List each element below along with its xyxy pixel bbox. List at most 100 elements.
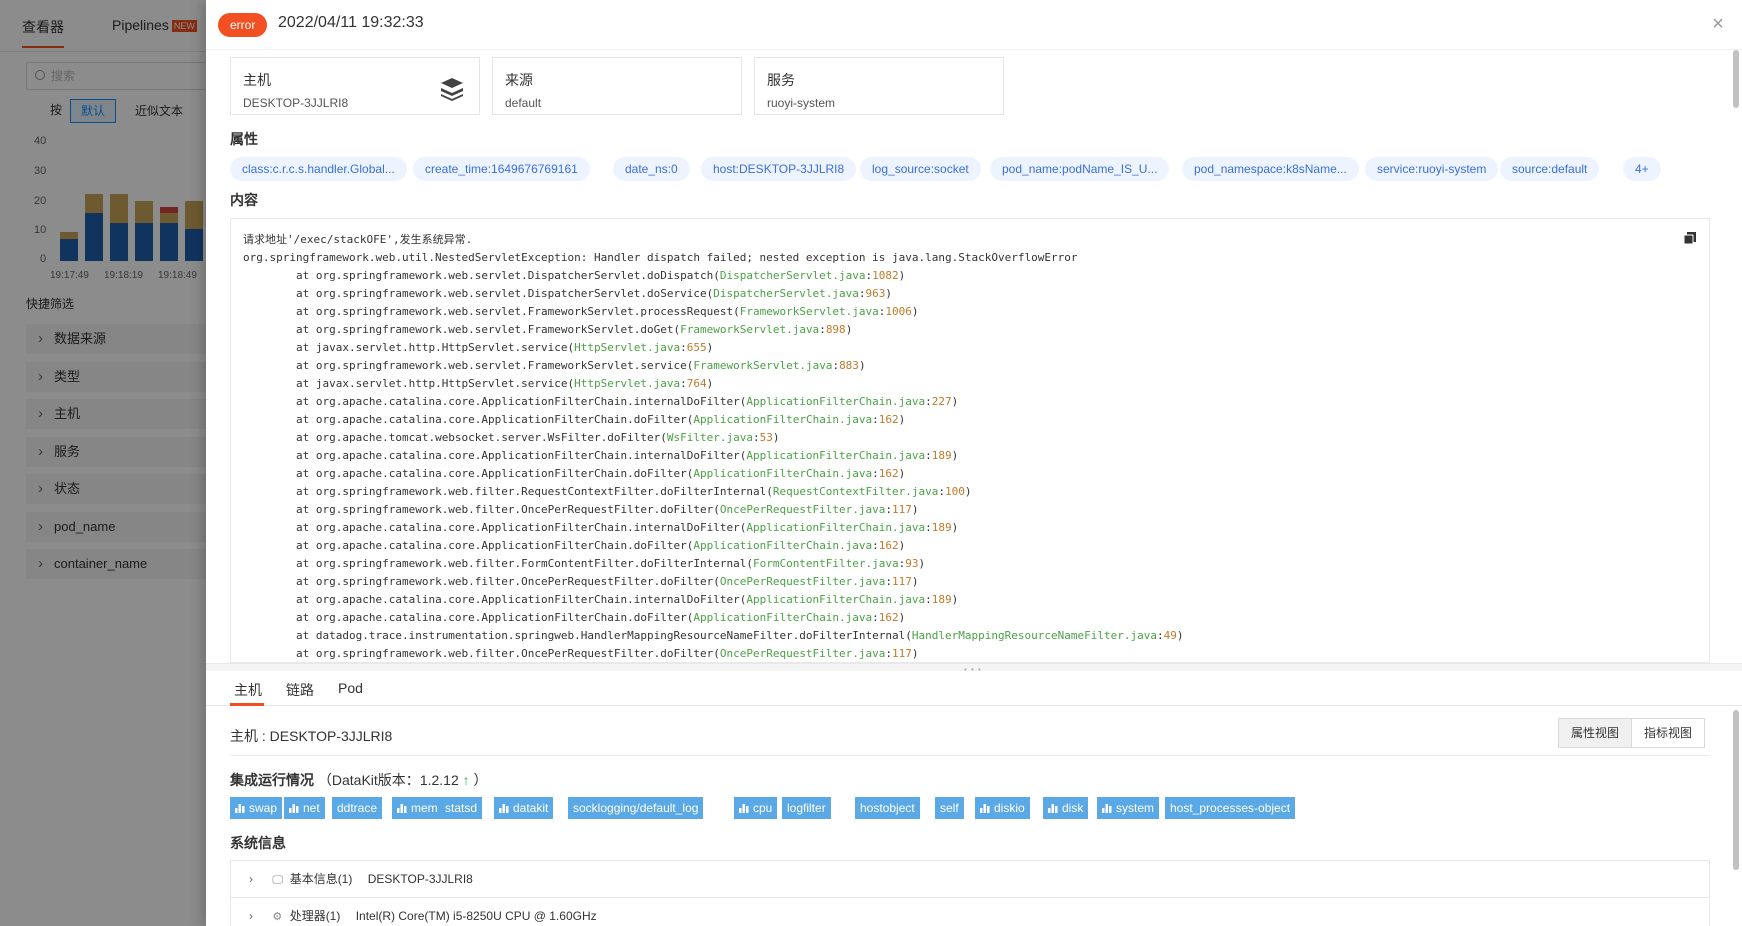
- frame-prefix: at: [243, 269, 316, 282]
- attr-tag[interactable]: service:ruoyi-system: [1365, 157, 1499, 181]
- frame-line-number: 117: [892, 575, 912, 588]
- attr-tag[interactable]: source:default: [1500, 157, 1600, 181]
- paren: (: [713, 575, 720, 588]
- paren: ): [845, 323, 853, 336]
- resize-splitter[interactable]: • • •: [206, 663, 1742, 674]
- plugin-tag[interactable]: disk: [1043, 797, 1089, 819]
- frame-file-link[interactable]: FrameworkServlet.java: [740, 305, 879, 318]
- frame-file-link[interactable]: OncePerRequestFilter.java: [720, 575, 886, 588]
- frame-file-link[interactable]: FrameworkServlet.java: [693, 359, 832, 372]
- attr-tag[interactable]: pod_namespace:k8sName...: [1182, 157, 1359, 181]
- plugin-tag[interactable]: net: [284, 797, 325, 819]
- sys-row-label: 处理器(1): [289, 909, 341, 923]
- close-icon[interactable]: ×: [1708, 14, 1728, 34]
- plugin-tag[interactable]: statsd: [440, 797, 483, 819]
- sys-row-basic[interactable]: › 🖵 基本信息(1) DESKTOP-3JJLRI8: [230, 860, 1710, 898]
- frame-file-link[interactable]: ApplicationFilterChain.java: [746, 395, 925, 408]
- plugin-tag[interactable]: swap: [230, 797, 283, 819]
- frame-file-link[interactable]: ApplicationFilterChain.java: [746, 521, 925, 534]
- frame-line-number: 162: [878, 539, 899, 552]
- frame-line-number: 189: [931, 449, 952, 462]
- stack-frame-line: at datadog.trace.instrumentation.springw…: [243, 627, 1697, 645]
- copy-icon[interactable]: [1683, 231, 1697, 245]
- plugin-name: diskio: [994, 801, 1025, 815]
- frame-method: org.springframework.web.filter.OncePerRe…: [315, 503, 714, 516]
- content-title: 内容: [230, 192, 258, 208]
- frame-line-number: 49: [1163, 629, 1177, 642]
- frame-file-link[interactable]: HandlerMappingResourceNameFilter.java: [912, 629, 1157, 642]
- frame-file-link[interactable]: ApplicationFilterChain.java: [693, 467, 872, 480]
- plugin-tag[interactable]: self: [935, 797, 964, 819]
- frame-file-link[interactable]: HttpServlet.java: [574, 341, 680, 354]
- bottom-scrollbar[interactable]: [1733, 710, 1739, 870]
- attr-tag[interactable]: log_source:socket: [860, 157, 981, 181]
- frame-file-link[interactable]: OncePerRequestFilter.java: [720, 647, 886, 660]
- frame-file-link[interactable]: DispatcherServlet.java: [713, 287, 859, 300]
- sys-row-cpu[interactable]: › ⚙ 处理器(1) Intel(R) Core(TM) i5-8250U CP…: [230, 897, 1710, 926]
- attr-tag[interactable]: host:DESKTOP-3JJLRI8: [701, 157, 857, 181]
- paren: ): [898, 413, 906, 426]
- frame-prefix: at: [243, 593, 316, 606]
- frame-line-number: 963: [865, 287, 886, 300]
- paren: ): [911, 305, 919, 318]
- card-service-value: ruoyi-system: [767, 96, 836, 110]
- content-scrollbar[interactable]: [1733, 50, 1739, 108]
- tab-pod[interactable]: Pod: [338, 680, 363, 696]
- attr-tag[interactable]: class:c.r.c.s.handler.Global...: [230, 157, 407, 181]
- bar-chart-icon: [397, 804, 407, 813]
- log-line: 请求地址'/exec/stackOFE',发生系统异常.: [243, 233, 473, 246]
- tab-trace[interactable]: 链路: [286, 680, 314, 700]
- upgrade-arrow-icon[interactable]: ↑: [463, 772, 470, 788]
- datakit-close-paren: ）: [473, 772, 488, 788]
- plugin-tag[interactable]: logfilter: [782, 797, 831, 819]
- plugin-tag[interactable]: diskio: [975, 797, 1030, 819]
- plugin-tag[interactable]: system: [1097, 797, 1160, 819]
- sys-row-value: DESKTOP-3JJLRI8: [367, 872, 473, 886]
- frame-line-number: 655: [686, 341, 707, 354]
- frame-file-link[interactable]: FormContentFilter.java: [753, 557, 899, 570]
- plugin-name: host_processes-object: [1170, 801, 1291, 815]
- host-stack-icon[interactable]: [439, 76, 465, 102]
- attr-tag[interactable]: pod_name:podName_IS_U...: [990, 157, 1170, 181]
- tab-host[interactable]: 主机: [234, 680, 262, 700]
- plugin-tag[interactable]: datakit: [494, 797, 554, 819]
- frame-method: org.springframework.web.filter.RequestCo…: [315, 485, 767, 498]
- plugin-tag[interactable]: ddtrace: [332, 797, 383, 819]
- paren: ): [911, 647, 919, 660]
- attr-tag-more[interactable]: 4+: [1623, 157, 1661, 181]
- frame-file-link[interactable]: ApplicationFilterChain.java: [693, 611, 872, 624]
- metric-view-button[interactable]: 指标视图: [1631, 719, 1704, 747]
- frame-file-link[interactable]: WsFilter.java: [667, 431, 753, 444]
- plugin-tag[interactable]: mem: [392, 797, 443, 819]
- plugin-tag[interactable]: cpu: [734, 797, 778, 819]
- frame-file-link[interactable]: RequestContextFilter.java: [773, 485, 939, 498]
- frame-file-link[interactable]: ApplicationFilterChain.java: [693, 539, 872, 552]
- frame-prefix: at: [243, 629, 316, 642]
- frame-file-link[interactable]: ApplicationFilterChain.java: [693, 413, 872, 426]
- attribute-view-button[interactable]: 属性视图: [1559, 719, 1632, 747]
- stack-frame-line: at org.springframework.web.filter.Reques…: [243, 483, 1697, 501]
- plugin-tag[interactable]: host_processes-object: [1165, 797, 1296, 819]
- stack-frame-line: at org.springframework.web.servlet.Frame…: [243, 357, 1697, 375]
- attr-tag[interactable]: date_ns:0: [613, 157, 690, 181]
- frame-prefix: at: [243, 323, 316, 336]
- frame-method: datadog.trace.instrumentation.springweb.…: [315, 629, 906, 642]
- frame-file-link[interactable]: ApplicationFilterChain.java: [746, 593, 925, 606]
- stack-frame-line: at org.apache.catalina.core.ApplicationF…: [243, 537, 1697, 555]
- frame-file-link[interactable]: DispatcherServlet.java: [720, 269, 866, 282]
- frame-method: org.apache.catalina.core.ApplicationFilt…: [315, 449, 740, 462]
- stack-frame-line: at org.springframework.web.filter.OncePe…: [243, 501, 1697, 519]
- frame-prefix: at: [243, 521, 316, 534]
- frame-file-link[interactable]: FrameworkServlet.java: [680, 323, 819, 336]
- frame-line-number: 764: [686, 377, 707, 390]
- frame-method: org.springframework.web.filter.OncePerRe…: [315, 647, 714, 660]
- frame-file-link[interactable]: ApplicationFilterChain.java: [746, 449, 925, 462]
- plugin-tag[interactable]: socklogging/default_log: [568, 797, 704, 819]
- plugin-tag[interactable]: hostobject: [855, 797, 920, 819]
- paren: ): [951, 449, 959, 462]
- frame-file-link[interactable]: OncePerRequestFilter.java: [720, 503, 886, 516]
- frame-file-link[interactable]: HttpServlet.java: [574, 377, 680, 390]
- attr-tag[interactable]: create_time:1649676769161: [413, 157, 590, 181]
- stack-frame-line: at org.apache.catalina.core.ApplicationF…: [243, 411, 1697, 429]
- frame-method: org.apache.catalina.core.ApplicationFilt…: [315, 539, 687, 552]
